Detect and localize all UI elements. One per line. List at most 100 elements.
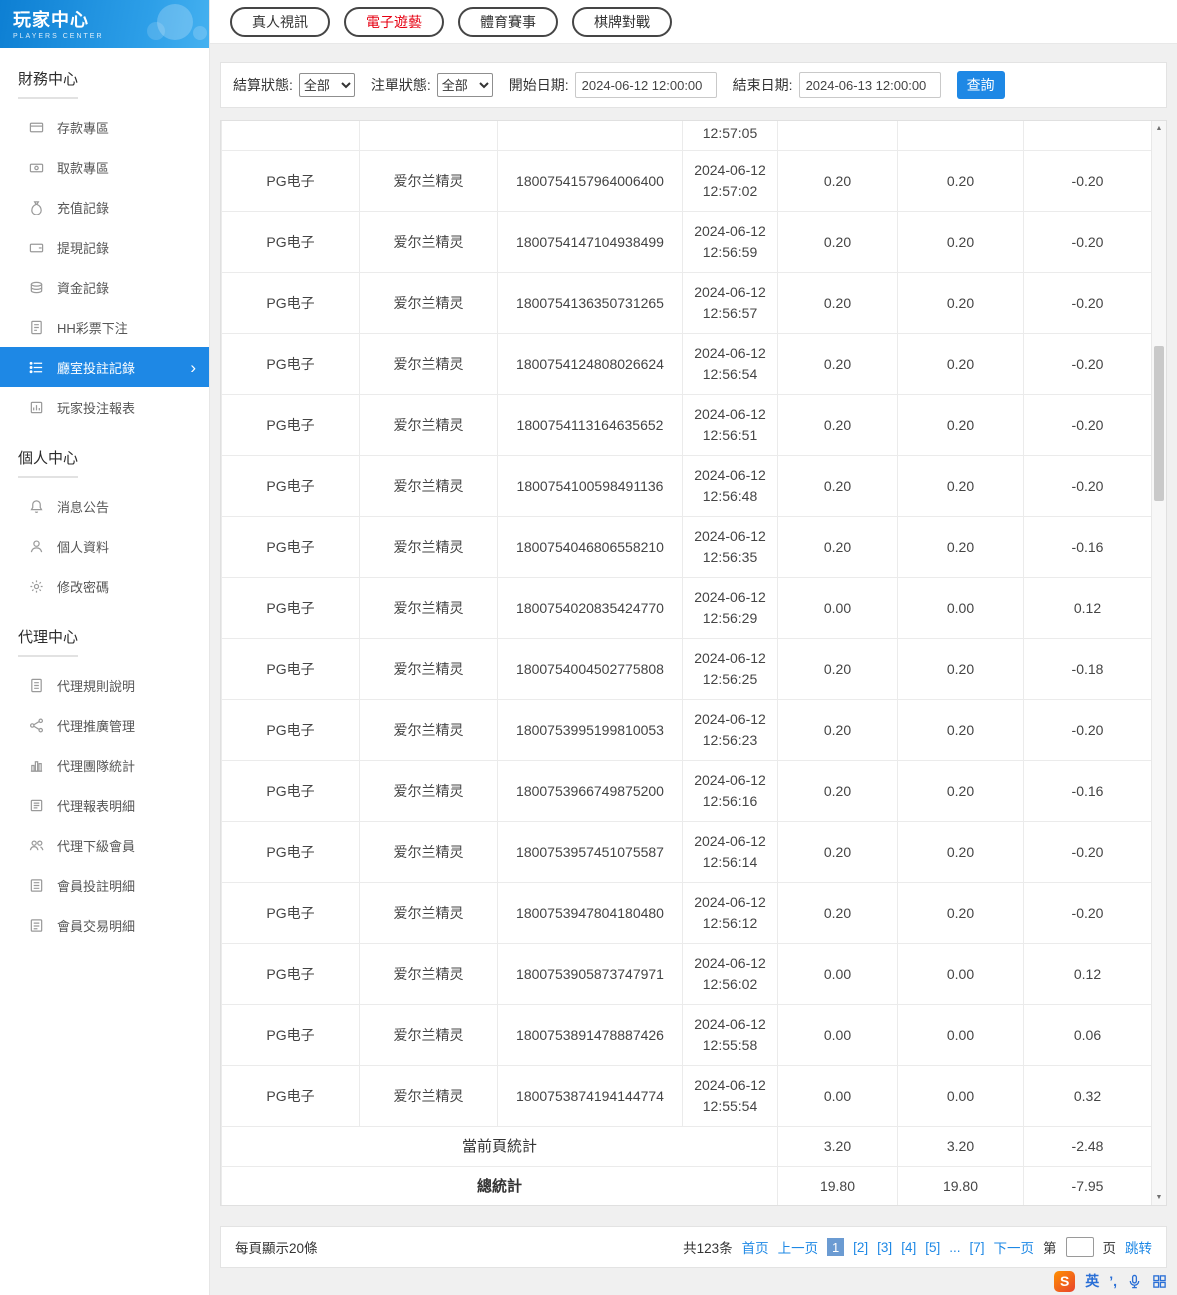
order-status-select[interactable]: 全部: [436, 73, 493, 97]
lottery-icon: [29, 320, 44, 335]
page-link[interactable]: [5]: [925, 1240, 940, 1255]
members-icon: [29, 838, 44, 853]
cell-order: 1800754124808026624: [497, 333, 683, 395]
sidebar-item[interactable]: 玩家投注報表›: [0, 387, 209, 427]
search-button[interactable]: 查詢: [956, 71, 1005, 99]
cell-win-loss: -2.48: [1023, 1126, 1151, 1167]
cell-bet-time: 2024-06-12 12:56:57: [682, 272, 778, 334]
scroll-up-arrow[interactable]: ▲: [1152, 121, 1166, 136]
start-date-input[interactable]: [574, 72, 717, 98]
page-link-current[interactable]: 1: [827, 1238, 845, 1256]
section-title-1: 個人中心: [18, 447, 79, 478]
cell-order: 1800754157964006400: [497, 150, 683, 212]
page-link[interactable]: [4]: [901, 1240, 916, 1255]
cell-bet-time: 2024-06-12 12:56:59: [682, 211, 778, 273]
cell-game: 爱尔兰精灵: [359, 577, 498, 639]
jump-button[interactable]: 跳转: [1125, 1237, 1152, 1257]
rules-icon: [29, 678, 44, 693]
cell-platform: PG电子: [221, 882, 360, 944]
cell-bet-time: 2024-06-12 12:57:02: [682, 150, 778, 212]
page-link[interactable]: [7]: [969, 1240, 984, 1255]
cell-bet-time: 2024-06-12 12:56:35: [682, 516, 778, 578]
sidebar-item[interactable]: 代理報表明細›: [0, 785, 209, 825]
next-page-link[interactable]: 下一页: [994, 1237, 1035, 1257]
app-subtitle: PLAYERS CENTER: [13, 33, 104, 40]
cell-bet-time: 2024-06-12 12:56:23: [682, 699, 778, 761]
ime-mic-icon[interactable]: [1127, 1274, 1142, 1289]
cell-bet-amount: 0.20: [777, 394, 898, 456]
cell-order: 1800753957451075587: [497, 821, 683, 883]
sidebar-item[interactable]: 存款專區›: [0, 107, 209, 147]
sidebar-item[interactable]: 取款專區›: [0, 147, 209, 187]
table-row: PG电子 爱尔兰精灵 1800753957451075587 2024-06-12 12…: [221, 821, 1151, 883]
bet-record-icon: [29, 360, 44, 375]
cell-win-loss: [1023, 121, 1151, 151]
cell-bet-time: 2024-06-12 12:56:54: [682, 333, 778, 395]
ime-punctuation-toggle[interactable]: ’,: [1109, 1273, 1117, 1289]
page-link[interactable]: [3]: [877, 1240, 892, 1255]
sidebar-item[interactable]: 代理團隊統計›: [0, 745, 209, 785]
order-status-label: 注單狀態:: [370, 77, 431, 93]
first-page-link[interactable]: 首页: [742, 1237, 769, 1257]
ime-toolbox-grid-icon[interactable]: [1152, 1274, 1167, 1289]
sidebar-item[interactable]: 個人資料›: [0, 526, 209, 566]
sidebar-item[interactable]: 資金記錄›: [0, 267, 209, 307]
cell-bet-amount: 0.00: [777, 1065, 898, 1127]
jump-suffix-label: 页: [1102, 1241, 1117, 1256]
tab-2[interactable]: 體育賽事: [458, 6, 558, 37]
start-date-label: 開始日期:: [508, 77, 569, 93]
sidebar-item[interactable]: 提現記錄›: [0, 227, 209, 267]
sidebar-item[interactable]: 充值記錄›: [0, 187, 209, 227]
app-logo: 玩家中心 PLAYERS CENTER: [0, 0, 209, 48]
end-date-input[interactable]: [798, 72, 941, 98]
sidebar-item-label: 會員交易明細: [57, 918, 136, 934]
scroll-down-arrow[interactable]: ▼: [1152, 1190, 1166, 1205]
sidebar-item[interactable]: 會員交易明細›: [0, 905, 209, 945]
cell-platform: PG电子: [221, 333, 360, 395]
tab-0[interactable]: 真人視訊: [230, 6, 330, 37]
cell-valid-bet: 0.20: [897, 150, 1024, 212]
table-scrollbar[interactable]: ▲ ▼: [1151, 121, 1166, 1205]
page-ellipsis: ...: [949, 1239, 961, 1255]
cell-bet-amount: 0.20: [777, 699, 898, 761]
table-row-partial: 12:57:05: [221, 121, 1151, 151]
cell-game: 爱尔兰精灵: [359, 1004, 498, 1066]
ime-lang-toggle[interactable]: 英: [1085, 1271, 1099, 1291]
cell-bet-time: 2024-06-12 12:56:29: [682, 577, 778, 639]
sidebar-item[interactable]: HH彩票下注›: [0, 307, 209, 347]
cell-order: 1800754100598491136: [497, 455, 683, 517]
sidebar-item-label: 存款專區: [57, 120, 110, 136]
tab-3[interactable]: 棋牌對戰: [572, 6, 672, 37]
cell-bet-time: 12:57:05: [682, 121, 778, 151]
pagination-controls: 共123条 首页 上一页 1 [2] [3] [4] [5]... [7] 下一页 第 页…: [683, 1237, 1152, 1257]
password-icon: [29, 579, 44, 594]
table-row: PG电子 爱尔兰精灵 1800754100598491136 2024-06-12 12…: [221, 455, 1151, 517]
sidebar-item[interactable]: 會員投註明細›: [0, 865, 209, 905]
cell-game: 爱尔兰精灵: [359, 821, 498, 883]
sidebar-item[interactable]: 廳室投註記錄 ›: [0, 347, 209, 387]
sidebar-item[interactable]: 代理推廣管理›: [0, 705, 209, 745]
sidebar-item[interactable]: 消息公告›: [0, 486, 209, 526]
cell-platform: PG电子: [221, 577, 360, 639]
cell-win-loss: -0.20: [1023, 455, 1151, 517]
cell-valid-bet: 0.20: [897, 211, 1024, 273]
prev-page-link[interactable]: 上一页: [778, 1237, 819, 1257]
cell-bet-amount: [777, 121, 898, 151]
tab-1[interactable]: 電子遊藝: [344, 6, 444, 37]
cell-win-loss: 0.12: [1023, 943, 1151, 1005]
cell-valid-bet: 19.80: [897, 1166, 1024, 1205]
cell-order: 1800754046806558210: [497, 516, 683, 578]
jump-page-input[interactable]: [1065, 1237, 1094, 1257]
settle-status-select[interactable]: 全部: [298, 73, 355, 97]
cell-win-loss: -0.16: [1023, 516, 1151, 578]
sogou-ime-logo[interactable]: S: [1054, 1270, 1076, 1292]
sidebar-item[interactable]: 代理規則說明›: [0, 665, 209, 705]
jump-prefix-label: 第: [1043, 1241, 1057, 1256]
sidebar-item[interactable]: 修改密碼›: [0, 566, 209, 606]
sidebar-item[interactable]: 代理下級會員›: [0, 825, 209, 865]
cell-bet-time: 2024-06-12 12:56:48: [682, 455, 778, 517]
cell-game: 爱尔兰精灵: [359, 1065, 498, 1127]
cell-order: 1800753874194144774: [497, 1065, 683, 1127]
scrollbar-thumb[interactable]: [1154, 346, 1164, 501]
page-link[interactable]: [2]: [853, 1240, 868, 1255]
